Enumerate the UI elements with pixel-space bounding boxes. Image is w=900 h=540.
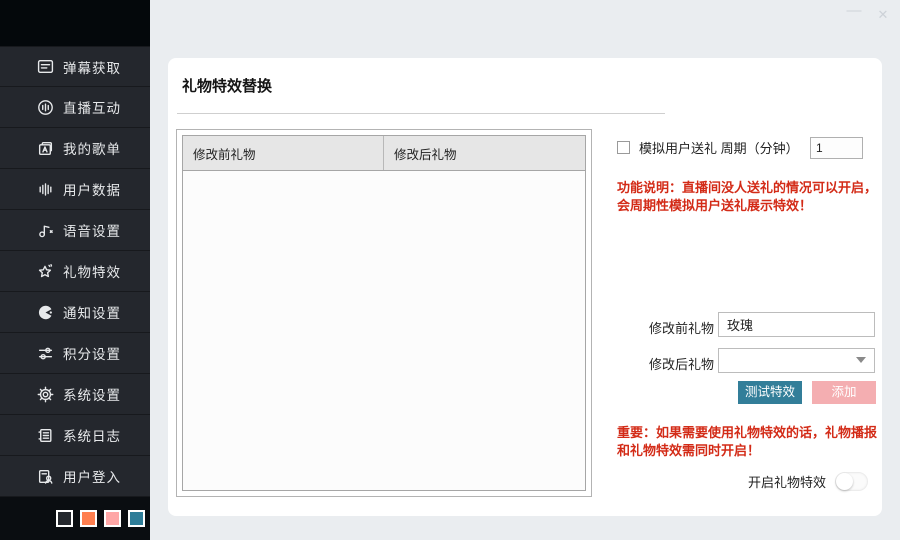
sidebar-item-system-settings[interactable]: 系统设置 bbox=[0, 374, 150, 415]
close-button[interactable]: ✕ bbox=[875, 6, 891, 24]
after-gift-select[interactable] bbox=[718, 348, 875, 373]
sidebar-item-notification-settings[interactable]: 通知设置 bbox=[0, 292, 150, 333]
gift-table-header: 修改前礼物 修改后礼物 bbox=[183, 136, 585, 171]
test-effect-button[interactable]: 测试特效 bbox=[738, 381, 802, 404]
user-login-icon bbox=[37, 468, 54, 485]
column-header-before: 修改前礼物 bbox=[183, 136, 384, 170]
voice-settings-icon bbox=[37, 222, 54, 239]
sidebar-menu: 弹幕获取 直播互动 我的歌单 用户数据 bbox=[0, 46, 150, 497]
period-minutes-input[interactable] bbox=[810, 137, 863, 159]
simulate-gift-row: 模拟用户送礼 周期（分钟） bbox=[617, 138, 799, 157]
sidebar-item-label: 弹幕获取 bbox=[63, 57, 121, 77]
column-header-after: 修改后礼物 bbox=[384, 136, 585, 170]
sidebar-header bbox=[0, 0, 150, 46]
notification-settings-icon bbox=[37, 304, 54, 321]
sidebar-item-label: 直播互动 bbox=[63, 97, 121, 117]
sidebar-item-label: 积分设置 bbox=[63, 343, 121, 363]
enable-gift-effect-toggle[interactable] bbox=[835, 472, 868, 491]
sidebar: 弹幕获取 直播互动 我的歌单 用户数据 bbox=[0, 0, 150, 540]
important-note-line2: 和礼物特效需同时开启！ bbox=[617, 442, 895, 460]
points-settings-icon bbox=[37, 345, 54, 362]
gift-table-container: 修改前礼物 修改后礼物 bbox=[176, 129, 592, 497]
enable-gift-effect-label: 开启礼物特效 bbox=[748, 472, 826, 491]
sidebar-item-system-log[interactable]: 系统日志 bbox=[0, 415, 150, 456]
theme-swatch-bar bbox=[0, 497, 150, 540]
sidebar-item-live-interaction[interactable]: 直播互动 bbox=[0, 87, 150, 128]
important-note-line1: 重要：如果需要使用礼物特效的话，礼物播报 bbox=[617, 424, 895, 442]
gift-effects-icon bbox=[37, 263, 54, 280]
theme-swatch-orange[interactable] bbox=[80, 510, 97, 527]
enable-gift-effect-row: 开启礼物特效 bbox=[748, 472, 868, 491]
title-divider bbox=[177, 113, 665, 114]
sidebar-item-my-playlist[interactable]: 我的歌单 bbox=[0, 128, 150, 169]
toggle-knob bbox=[836, 473, 853, 490]
after-gift-label: 修改后礼物 bbox=[614, 354, 714, 373]
system-settings-icon bbox=[37, 386, 54, 403]
simulate-gift-checkbox[interactable] bbox=[617, 141, 630, 154]
sidebar-item-label: 用户登入 bbox=[63, 466, 121, 486]
sidebar-item-label: 我的歌单 bbox=[63, 138, 121, 158]
playlist-icon bbox=[37, 140, 54, 157]
sidebar-item-gift-effects[interactable]: 礼物特效 bbox=[0, 251, 150, 292]
simulate-gift-label: 模拟用户送礼 周期（分钟） bbox=[639, 138, 799, 157]
add-button[interactable]: 添加 bbox=[812, 381, 876, 404]
sidebar-item-label: 通知设置 bbox=[63, 302, 121, 322]
before-gift-label: 修改前礼物 bbox=[614, 318, 714, 337]
sidebar-item-danmaku[interactable]: 弹幕获取 bbox=[0, 46, 150, 87]
page-card: 礼物特效替换 修改前礼物 修改后礼物 模拟用户送礼 周期（分钟） bbox=[168, 58, 882, 516]
system-log-icon bbox=[37, 427, 54, 444]
sidebar-item-points-settings[interactable]: 积分设置 bbox=[0, 333, 150, 374]
sidebar-item-label: 系统日志 bbox=[63, 425, 121, 445]
sidebar-item-user-login[interactable]: 用户登入 bbox=[0, 456, 150, 497]
user-data-icon bbox=[37, 181, 54, 198]
content-area: — ✕ 礼物特效替换 修改前礼物 修改后礼物 模拟用户送礼 周期（分钟） bbox=[150, 0, 900, 540]
theme-swatch-teal[interactable] bbox=[128, 510, 145, 527]
live-interaction-icon bbox=[37, 99, 54, 116]
gift-table-body[interactable] bbox=[183, 171, 585, 490]
theme-swatch-dark[interactable] bbox=[56, 510, 73, 527]
sidebar-item-label: 礼物特效 bbox=[63, 261, 121, 281]
chevron-down-icon bbox=[856, 357, 866, 363]
page-title: 礼物特效替换 bbox=[182, 75, 272, 96]
sidebar-item-label: 语音设置 bbox=[63, 220, 121, 240]
gift-table[interactable]: 修改前礼物 修改后礼物 bbox=[182, 135, 586, 491]
feature-note-line2: 会周期性模拟用户送礼展示特效！ bbox=[617, 197, 895, 215]
sidebar-item-voice-settings[interactable]: 语音设置 bbox=[0, 210, 150, 251]
before-gift-input[interactable] bbox=[718, 312, 875, 337]
minimize-button[interactable]: — bbox=[846, 2, 862, 20]
theme-swatch-pink[interactable] bbox=[104, 510, 121, 527]
danmaku-icon bbox=[37, 58, 54, 75]
app-window: 弹幕获取 直播互动 我的歌单 用户数据 bbox=[0, 0, 900, 540]
sidebar-item-label: 系统设置 bbox=[63, 384, 121, 404]
feature-note-line1: 功能说明：直播间没人送礼的情况可以开启， bbox=[617, 179, 895, 197]
sidebar-item-user-data[interactable]: 用户数据 bbox=[0, 169, 150, 210]
feature-note: 功能说明：直播间没人送礼的情况可以开启， 会周期性模拟用户送礼展示特效！ bbox=[617, 179, 895, 215]
sidebar-item-label: 用户数据 bbox=[63, 179, 121, 199]
important-note: 重要：如果需要使用礼物特效的话，礼物播报 和礼物特效需同时开启！ bbox=[617, 424, 895, 460]
